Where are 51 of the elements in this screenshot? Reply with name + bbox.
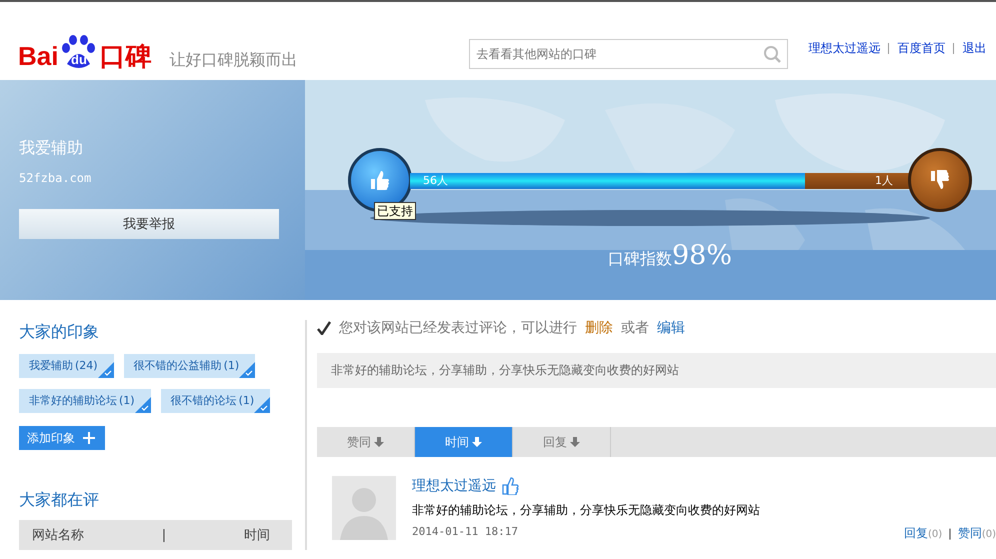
check-corner-icon <box>254 397 270 413</box>
edit-link[interactable]: 编辑 <box>657 319 685 337</box>
reply-link[interactable]: 回复(0) <box>904 525 942 542</box>
logo-text: 口碑 <box>99 42 152 70</box>
down-arrow-icon <box>570 437 580 447</box>
add-impression-button[interactable]: 添加印象 <box>19 426 105 450</box>
site-name: 我爱辅助 <box>19 138 84 159</box>
separator: | <box>948 527 952 540</box>
logo-text: Bai <box>18 42 58 70</box>
impression-tag[interactable]: 非常好的辅助论坛 (1) <box>19 389 151 413</box>
thumbs-up-icon <box>502 477 519 495</box>
header-link[interactable]: 百度首页 <box>897 40 946 57</box>
checkmark-icon <box>317 321 331 335</box>
header-link[interactable]: 退出 <box>962 40 986 57</box>
site-domain: 52fzba.com <box>19 171 92 185</box>
status-text: 您对该网站已经发表过评论，可以进行 <box>339 319 577 337</box>
sort-tab[interactable]: 回复 <box>513 427 611 457</box>
agree-link[interactable]: 赞同(0) <box>958 525 996 542</box>
index-value: 98% <box>672 240 732 271</box>
check-corner-icon <box>239 362 256 378</box>
column-header: | <box>162 528 166 542</box>
check-corner-icon <box>134 397 151 413</box>
section-title: 大家的印象 <box>19 321 100 343</box>
logo-badge: du <box>59 34 98 70</box>
comment-text: 非常好的辅助论坛，分享辅助，分享快乐无隐藏变向收费的好网站 <box>412 502 761 519</box>
like-count: 56人 <box>423 173 448 188</box>
search-field[interactable]: 去看看其他网站的口碑 <box>469 39 788 69</box>
plus-icon <box>83 432 95 444</box>
slogan: 让好口碑脱颖而出 <box>169 50 298 70</box>
section-title: 大家都在评 <box>19 489 100 511</box>
search-icon <box>763 45 782 63</box>
delete-link[interactable]: 删除 <box>585 319 613 337</box>
column-header: 时间 <box>244 527 270 544</box>
dislike-count: 1人 <box>875 173 893 188</box>
status-text: 或者 <box>621 319 649 337</box>
impression-tag[interactable]: 我爱辅助 (24) <box>19 354 114 378</box>
column-header: 网站名称 <box>32 527 84 544</box>
comment-time: 2014-01-11 18:17 <box>412 525 518 540</box>
tooltip: 已支持 <box>374 202 416 220</box>
impression-tag[interactable]: 很不错的公益辅助 (1) <box>124 354 256 378</box>
index-label: 口碑指数 <box>608 249 672 270</box>
check-corner-icon <box>98 362 114 378</box>
report-button[interactable]: 我要举报 <box>19 209 279 239</box>
avatar <box>332 476 396 540</box>
user-name[interactable]: 理想太过遥远 <box>412 477 496 495</box>
down-arrow-icon <box>374 437 384 447</box>
down-arrow-icon <box>472 437 482 447</box>
my-review: 非常好的辅助论坛，分享辅助，分享快乐无隐藏变向收费的好网站 <box>317 353 996 388</box>
impression-tag[interactable]: 很不错的论坛 (1) <box>160 389 270 413</box>
sort-tab[interactable]: 时间 <box>415 427 513 457</box>
header-link[interactable]: 理想太过遥远 <box>808 40 880 57</box>
